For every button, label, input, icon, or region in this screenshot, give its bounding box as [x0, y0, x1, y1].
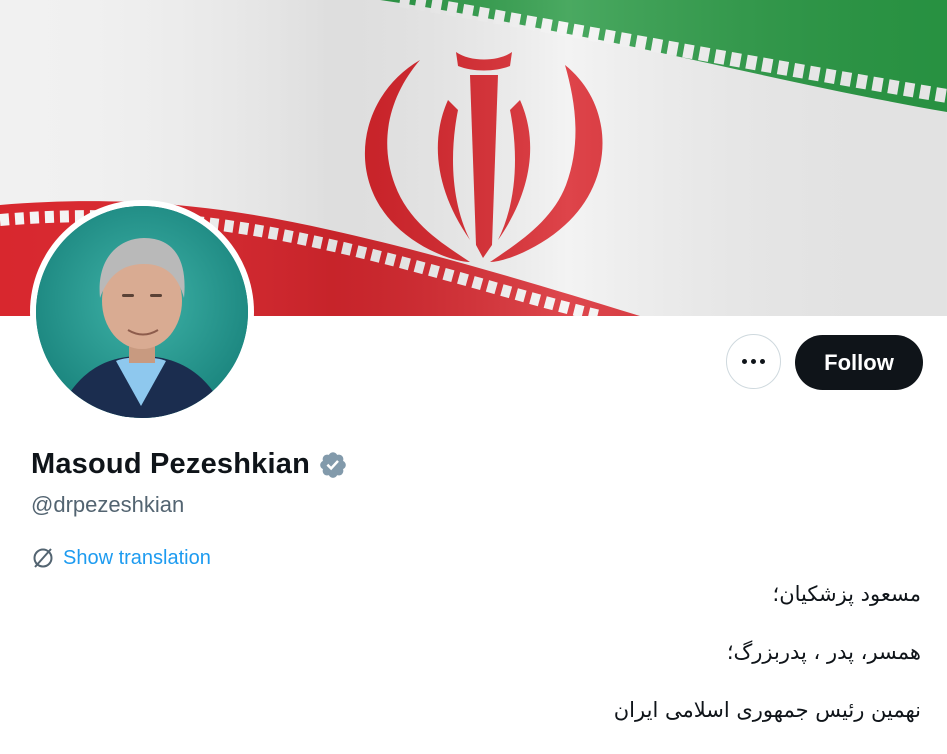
- show-translation-link[interactable]: Show translation: [31, 546, 211, 570]
- verified-badge-icon[interactable]: [318, 450, 348, 480]
- profile-bio: مسعود پزشکیان؛ همسر، پدر ، پدربزرگ؛ نهمی…: [321, 580, 921, 754]
- bio-line: مسعود پزشکیان؛: [772, 582, 921, 606]
- follow-button[interactable]: Follow: [795, 335, 923, 390]
- translate-icon: [33, 548, 53, 568]
- user-handle: @drpezeshkian: [31, 492, 185, 517]
- avatar-photo: [36, 206, 248, 418]
- more-options-button[interactable]: [726, 334, 781, 389]
- profile-name-row: Masoud Pezeshkian: [31, 448, 348, 481]
- more-horizontal-icon: [742, 359, 765, 364]
- translation-label[interactable]: Show translation: [63, 547, 211, 570]
- bio-line: نهمین رئیس جمهوری اسلامی ایران: [613, 698, 921, 722]
- profile-page: Follow Masoud Pezeshkian @drpezeshkian S…: [0, 0, 947, 751]
- bio-line: همسر، پدر ، پدربزرگ؛: [726, 640, 921, 664]
- avatar-frame[interactable]: [30, 200, 254, 424]
- display-name: Masoud Pezeshkian: [31, 448, 310, 480]
- avatar[interactable]: [36, 206, 248, 418]
